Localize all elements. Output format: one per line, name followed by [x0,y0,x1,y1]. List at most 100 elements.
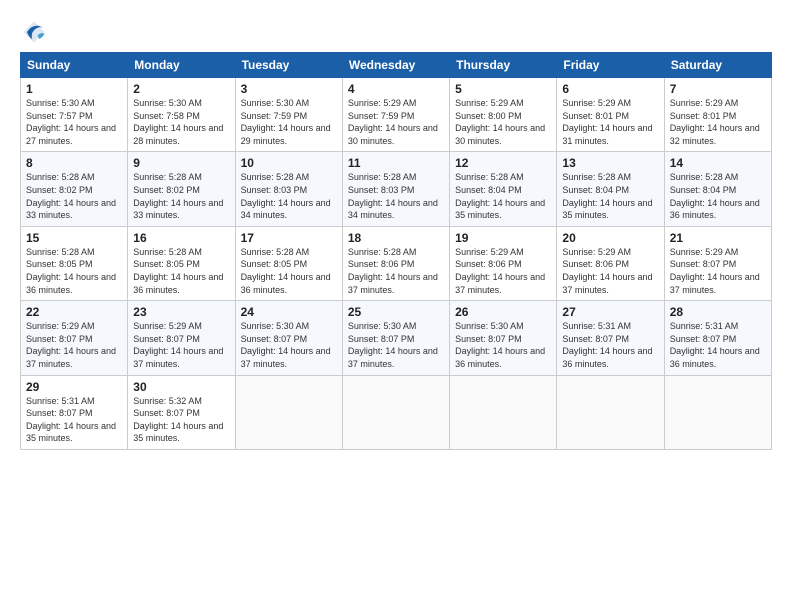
day-number: 20 [562,231,658,245]
day-info: Sunrise: 5:30 AMSunset: 7:58 PMDaylight:… [133,97,229,147]
calendar-cell: 24Sunrise: 5:30 AMSunset: 8:07 PMDayligh… [235,301,342,375]
calendar-cell: 13Sunrise: 5:28 AMSunset: 8:04 PMDayligh… [557,152,664,226]
day-info: Sunrise: 5:29 AMSunset: 8:06 PMDaylight:… [455,246,551,296]
day-number: 4 [348,82,444,96]
day-number: 17 [241,231,337,245]
day-info: Sunrise: 5:28 AMSunset: 8:03 PMDaylight:… [241,171,337,221]
day-number: 25 [348,305,444,319]
day-number: 28 [670,305,766,319]
calendar-cell: 18Sunrise: 5:28 AMSunset: 8:06 PMDayligh… [342,226,449,300]
day-number: 24 [241,305,337,319]
day-number: 7 [670,82,766,96]
weekday-header-sunday: Sunday [21,53,128,78]
day-number: 8 [26,156,122,170]
day-info: Sunrise: 5:29 AMSunset: 8:00 PMDaylight:… [455,97,551,147]
day-info: Sunrise: 5:29 AMSunset: 8:07 PMDaylight:… [133,320,229,370]
day-number: 13 [562,156,658,170]
calendar-week-row: 29Sunrise: 5:31 AMSunset: 8:07 PMDayligh… [21,375,772,449]
calendar-cell: 15Sunrise: 5:28 AMSunset: 8:05 PMDayligh… [21,226,128,300]
calendar-cell: 17Sunrise: 5:28 AMSunset: 8:05 PMDayligh… [235,226,342,300]
calendar-cell: 29Sunrise: 5:31 AMSunset: 8:07 PMDayligh… [21,375,128,449]
calendar-cell: 30Sunrise: 5:32 AMSunset: 8:07 PMDayligh… [128,375,235,449]
calendar-cell: 12Sunrise: 5:28 AMSunset: 8:04 PMDayligh… [450,152,557,226]
calendar-cell: 25Sunrise: 5:30 AMSunset: 8:07 PMDayligh… [342,301,449,375]
calendar-cell: 23Sunrise: 5:29 AMSunset: 8:07 PMDayligh… [128,301,235,375]
day-number: 29 [26,380,122,394]
day-number: 19 [455,231,551,245]
day-number: 26 [455,305,551,319]
header [20,18,772,46]
calendar-cell: 28Sunrise: 5:31 AMSunset: 8:07 PMDayligh… [664,301,771,375]
day-number: 18 [348,231,444,245]
calendar-week-row: 15Sunrise: 5:28 AMSunset: 8:05 PMDayligh… [21,226,772,300]
weekday-header-tuesday: Tuesday [235,53,342,78]
day-number: 2 [133,82,229,96]
day-number: 10 [241,156,337,170]
calendar-cell: 20Sunrise: 5:29 AMSunset: 8:06 PMDayligh… [557,226,664,300]
calendar-week-row: 22Sunrise: 5:29 AMSunset: 8:07 PMDayligh… [21,301,772,375]
calendar-cell [557,375,664,449]
calendar-cell: 11Sunrise: 5:28 AMSunset: 8:03 PMDayligh… [342,152,449,226]
calendar-cell: 6Sunrise: 5:29 AMSunset: 8:01 PMDaylight… [557,78,664,152]
day-info: Sunrise: 5:28 AMSunset: 8:02 PMDaylight:… [26,171,122,221]
day-info: Sunrise: 5:28 AMSunset: 8:05 PMDaylight:… [26,246,122,296]
calendar-cell: 22Sunrise: 5:29 AMSunset: 8:07 PMDayligh… [21,301,128,375]
day-info: Sunrise: 5:30 AMSunset: 7:59 PMDaylight:… [241,97,337,147]
calendar-cell: 4Sunrise: 5:29 AMSunset: 7:59 PMDaylight… [342,78,449,152]
day-info: Sunrise: 5:29 AMSunset: 8:06 PMDaylight:… [562,246,658,296]
day-info: Sunrise: 5:30 AMSunset: 8:07 PMDaylight:… [348,320,444,370]
weekday-header-row: SundayMondayTuesdayWednesdayThursdayFrid… [21,53,772,78]
day-info: Sunrise: 5:29 AMSunset: 8:01 PMDaylight:… [562,97,658,147]
calendar-cell: 27Sunrise: 5:31 AMSunset: 8:07 PMDayligh… [557,301,664,375]
day-info: Sunrise: 5:30 AMSunset: 8:07 PMDaylight:… [455,320,551,370]
day-number: 22 [26,305,122,319]
day-info: Sunrise: 5:31 AMSunset: 8:07 PMDaylight:… [670,320,766,370]
calendar-cell: 3Sunrise: 5:30 AMSunset: 7:59 PMDaylight… [235,78,342,152]
logo-icon [20,18,48,46]
day-info: Sunrise: 5:28 AMSunset: 8:06 PMDaylight:… [348,246,444,296]
calendar-cell: 8Sunrise: 5:28 AMSunset: 8:02 PMDaylight… [21,152,128,226]
day-info: Sunrise: 5:32 AMSunset: 8:07 PMDaylight:… [133,395,229,445]
weekday-header-saturday: Saturday [664,53,771,78]
day-number: 27 [562,305,658,319]
day-number: 12 [455,156,551,170]
calendar-cell: 14Sunrise: 5:28 AMSunset: 8:04 PMDayligh… [664,152,771,226]
day-info: Sunrise: 5:28 AMSunset: 8:04 PMDaylight:… [455,171,551,221]
day-number: 15 [26,231,122,245]
day-number: 11 [348,156,444,170]
calendar-cell [664,375,771,449]
weekday-header-friday: Friday [557,53,664,78]
calendar-cell: 26Sunrise: 5:30 AMSunset: 8:07 PMDayligh… [450,301,557,375]
page: SundayMondayTuesdayWednesdayThursdayFrid… [0,0,792,612]
weekday-header-thursday: Thursday [450,53,557,78]
day-number: 21 [670,231,766,245]
day-info: Sunrise: 5:29 AMSunset: 8:01 PMDaylight:… [670,97,766,147]
day-info: Sunrise: 5:28 AMSunset: 8:04 PMDaylight:… [562,171,658,221]
calendar-cell [450,375,557,449]
day-info: Sunrise: 5:28 AMSunset: 8:04 PMDaylight:… [670,171,766,221]
day-info: Sunrise: 5:29 AMSunset: 8:07 PMDaylight:… [26,320,122,370]
calendar-cell: 2Sunrise: 5:30 AMSunset: 7:58 PMDaylight… [128,78,235,152]
day-number: 14 [670,156,766,170]
day-info: Sunrise: 5:31 AMSunset: 8:07 PMDaylight:… [26,395,122,445]
calendar-cell: 10Sunrise: 5:28 AMSunset: 8:03 PMDayligh… [235,152,342,226]
calendar-cell: 19Sunrise: 5:29 AMSunset: 8:06 PMDayligh… [450,226,557,300]
calendar-cell: 7Sunrise: 5:29 AMSunset: 8:01 PMDaylight… [664,78,771,152]
day-info: Sunrise: 5:28 AMSunset: 8:03 PMDaylight:… [348,171,444,221]
calendar-cell: 21Sunrise: 5:29 AMSunset: 8:07 PMDayligh… [664,226,771,300]
day-info: Sunrise: 5:28 AMSunset: 8:05 PMDaylight:… [133,246,229,296]
day-info: Sunrise: 5:30 AMSunset: 7:57 PMDaylight:… [26,97,122,147]
day-number: 5 [455,82,551,96]
weekday-header-wednesday: Wednesday [342,53,449,78]
calendar-cell: 9Sunrise: 5:28 AMSunset: 8:02 PMDaylight… [128,152,235,226]
weekday-header-monday: Monday [128,53,235,78]
day-info: Sunrise: 5:29 AMSunset: 8:07 PMDaylight:… [670,246,766,296]
calendar-cell [342,375,449,449]
calendar-cell: 5Sunrise: 5:29 AMSunset: 8:00 PMDaylight… [450,78,557,152]
day-number: 23 [133,305,229,319]
calendar-cell: 1Sunrise: 5:30 AMSunset: 7:57 PMDaylight… [21,78,128,152]
calendar: SundayMondayTuesdayWednesdayThursdayFrid… [20,52,772,450]
day-info: Sunrise: 5:31 AMSunset: 8:07 PMDaylight:… [562,320,658,370]
logo [20,18,52,46]
day-info: Sunrise: 5:29 AMSunset: 7:59 PMDaylight:… [348,97,444,147]
